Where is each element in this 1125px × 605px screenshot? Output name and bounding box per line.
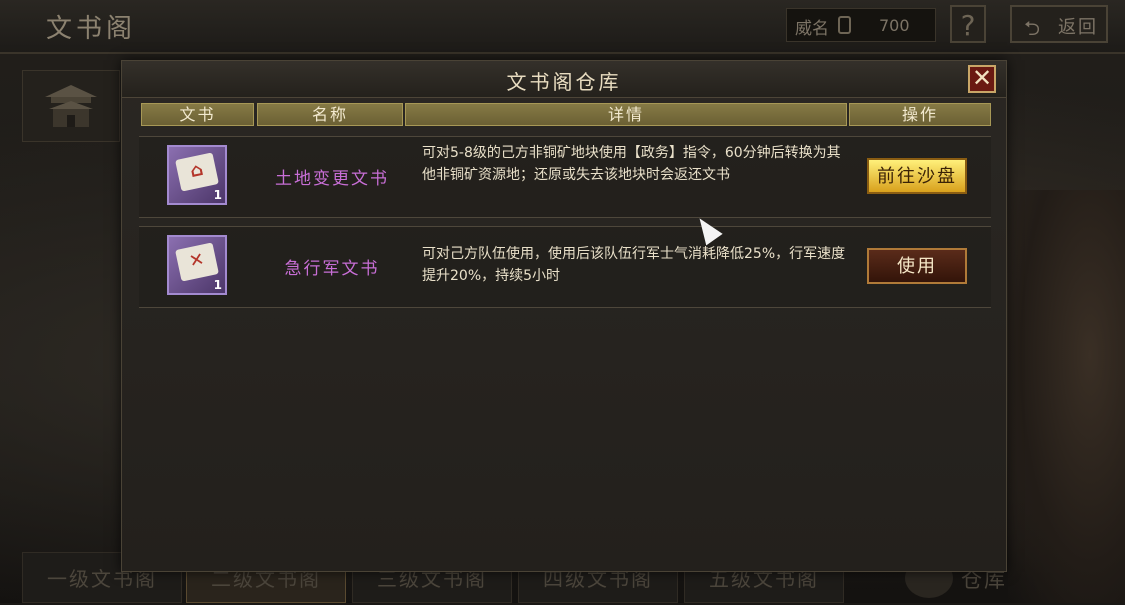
item-name: 土地变更文书	[275, 169, 389, 189]
advisor-figure	[1008, 190, 1125, 603]
page-title: 文书阁	[46, 14, 137, 44]
column-header-document: 文书	[141, 103, 254, 126]
fame-icon	[838, 16, 851, 34]
go-to-sandtable-button[interactable]: 前往沙盘	[867, 158, 967, 194]
land-change-document-icon[interactable]: ⌂ 1	[167, 145, 227, 205]
back-arrow-icon: ⮌	[1024, 16, 1041, 40]
column-header-name: 名称	[257, 103, 403, 126]
item-count: 1	[213, 188, 222, 202]
item-detail: 可对己方队伍使用，使用后该队伍行军士气消耗降低25%，行军速度提升20%，持续5…	[422, 246, 846, 284]
seal-mark-icon: ⌂	[188, 158, 206, 183]
building-panel	[22, 70, 120, 142]
temple-icon	[45, 85, 97, 127]
table-row: ✕ 1 急行军文书 可对己方队伍使用，使用后该队伍行军士气消耗降低25%，行军速…	[139, 226, 991, 308]
table-row: ⌂ 1 土地变更文书 可对5-8级的己方非铜矿地块使用【政务】指令，60分钟后转…	[139, 136, 991, 218]
use-button[interactable]: 使用	[867, 248, 967, 284]
item-count: 1	[213, 278, 222, 292]
forced-march-document-icon[interactable]: ✕ 1	[167, 235, 227, 295]
fame-display: 威名 700	[786, 8, 936, 42]
modal-title: 文书阁仓库	[506, 70, 622, 94]
close-button[interactable]: ✕	[968, 65, 996, 93]
scroll-icon: ⌂	[175, 152, 219, 192]
column-header-detail: 详情	[405, 103, 847, 126]
fame-value: 700	[879, 16, 910, 35]
fame-label: 威名	[795, 19, 829, 39]
top-bar: 文书阁 威名 700 ? ⮌ 返回	[0, 0, 1125, 54]
item-detail: 可对5-8级的己方非铜矿地块使用【政务】指令，60分钟后转换为其他非铜矿资源地；…	[422, 145, 841, 183]
back-button[interactable]: ⮌ 返回	[1010, 5, 1108, 43]
scroll-icon: ✕	[175, 242, 219, 282]
cross-mark-icon: ✕	[187, 248, 207, 273]
column-header-action: 操作	[849, 103, 991, 126]
item-name: 急行军文书	[284, 259, 380, 279]
modal-header: 文书阁仓库 ✕	[122, 61, 1006, 98]
back-label: 返回	[1058, 17, 1098, 38]
help-button[interactable]: ?	[950, 5, 986, 43]
warehouse-modal: 文书阁仓库 ✕ 文书 名称 详情 操作 ⌂ 1 土地变更文书 可对5-8级的己方…	[121, 60, 1007, 572]
